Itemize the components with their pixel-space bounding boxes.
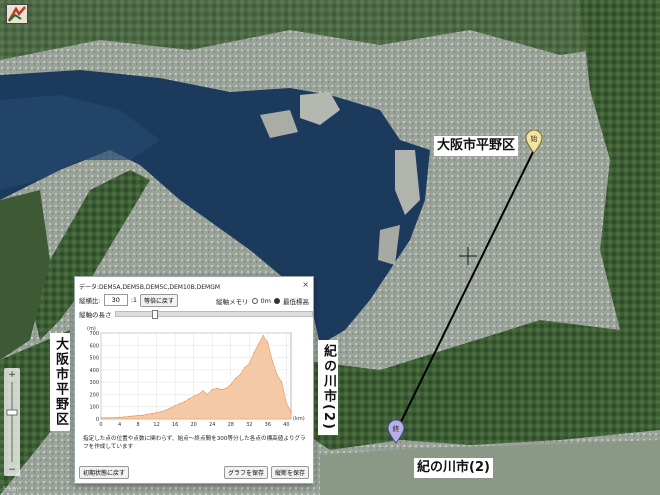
axis-memory-label: 縦軸メモリ	[216, 298, 249, 306]
axis-length-slider[interactable]	[114, 310, 313, 319]
elevation-point	[197, 393, 199, 395]
x-tick-label: 12	[153, 422, 159, 428]
zero-radio-label: 0m	[260, 297, 271, 305]
elevation-point	[160, 411, 162, 413]
save-profile-button[interactable]: 縦断を保存	[270, 466, 309, 479]
elevation-point	[248, 363, 250, 365]
end-pin-icon[interactable]: 終	[387, 420, 405, 444]
elevation-point	[170, 407, 172, 409]
elevation-point	[165, 409, 167, 411]
start-place-label: 大阪市平野区	[434, 136, 519, 156]
min-elevation-label: 最低標高	[283, 298, 309, 306]
ratio-input[interactable]	[103, 294, 128, 306]
x-tick-label: 32	[246, 422, 252, 428]
svg-text:+: +	[8, 370, 16, 380]
x-axis-label: (km)	[293, 416, 305, 422]
elevation-point	[137, 415, 139, 417]
elevation-point	[216, 387, 218, 389]
x-tick-label: 0	[99, 422, 102, 428]
elevation-point	[239, 374, 241, 376]
elevation-point	[253, 352, 255, 354]
elevation-point	[230, 384, 232, 386]
save-graph-button[interactable]: グラフを保存	[223, 466, 268, 479]
y-tick-label: 100	[89, 405, 99, 411]
x-tick-label: 16	[172, 422, 178, 428]
elevation-point	[142, 414, 144, 416]
svg-text:−: −	[8, 465, 16, 475]
elevation-point	[123, 416, 125, 418]
elevation-point	[188, 398, 190, 400]
elevation-point	[207, 393, 209, 395]
mid-place-label: 紀の川市(2)	[318, 340, 338, 435]
elevation-point	[220, 389, 222, 391]
y-tick-label: 600	[89, 343, 99, 349]
y-axis-label: (m)	[87, 326, 96, 332]
elevation-point	[281, 381, 283, 383]
elevation-point	[258, 343, 260, 345]
x-tick-label: 4	[118, 422, 121, 428]
ratio-label: 縦横比:	[79, 297, 101, 305]
elevation-point	[128, 416, 130, 418]
elevation-point	[267, 342, 269, 344]
elevation-point	[105, 417, 107, 419]
elevation-point	[151, 412, 153, 414]
x-tick-label: 36	[265, 422, 271, 428]
scale-text: 5 km	[3, 486, 19, 493]
elevation-point	[179, 403, 181, 405]
elevation-point	[119, 416, 121, 418]
elevation-point	[271, 360, 273, 362]
y-tick-label: 300	[89, 380, 99, 386]
elevation-point	[225, 387, 227, 389]
y-tick-label: 400	[89, 368, 99, 374]
zero-radio[interactable]	[251, 298, 258, 304]
x-tick-label: 40	[283, 422, 289, 428]
elevation-point	[290, 411, 292, 413]
y-tick-label: 200	[89, 392, 99, 398]
elevation-point	[100, 417, 102, 419]
elevation-point	[234, 377, 236, 379]
app-logo-icon[interactable]	[6, 4, 28, 24]
elevation-point	[132, 415, 134, 417]
axis-length-slider-thumb[interactable]	[151, 310, 158, 319]
ratio-suffix: :1	[130, 296, 138, 304]
elevation-point	[202, 390, 204, 392]
y-tick-label: 500	[89, 356, 99, 362]
elevation-chart: 01002003004005006007000 4 8 12 16 20 24 28 32 36 4…	[87, 326, 305, 428]
elevation-point	[183, 401, 185, 403]
x-tick-label: 28	[228, 422, 234, 428]
elevation-point	[174, 404, 176, 406]
elevation-point	[211, 389, 213, 391]
x-tick-label: 24	[209, 422, 215, 428]
elevation-point	[262, 334, 264, 336]
left-place-label: 大阪市平野区	[50, 333, 70, 431]
start-pin-text: 始	[531, 134, 538, 143]
elevation-point	[146, 413, 148, 415]
x-tick-label: 8	[136, 422, 139, 428]
start-pin-icon[interactable]: 始	[525, 130, 543, 154]
profile-note: 指定した点の位置や点数に関わらず、始点～終点間を300等分した各点の標高値よりグ…	[83, 436, 306, 450]
elevation-point	[114, 417, 116, 419]
reset-ratio-button[interactable]: 等倍に戻す	[140, 293, 179, 307]
min-elevation-radio[interactable]	[274, 298, 280, 304]
elevation-point	[109, 417, 111, 419]
crosshair-icon	[459, 247, 477, 265]
end-pin-text: 終	[393, 424, 400, 433]
dialog-title: データ:DEM5A,DEM5B,DEM5C,DEM10B,DEMGM	[79, 284, 221, 291]
reset-view-button[interactable]: 初期状態に戻す	[79, 466, 130, 479]
end-place-label: 紀の川市(2)	[414, 458, 493, 478]
elevation-point	[285, 402, 287, 404]
elevation-point	[244, 366, 246, 368]
elevation-point	[193, 395, 195, 397]
zoom-control[interactable]: + −	[4, 368, 20, 476]
close-icon[interactable]: ×	[302, 280, 309, 289]
elevation-point	[276, 374, 278, 376]
elevation-point	[156, 412, 158, 414]
axis-length-label: 縦軸の長さ	[79, 311, 112, 319]
x-tick-label: 20	[190, 422, 196, 428]
elevation-profile-dialog[interactable]: データ:DEM5A,DEM5B,DEM5C,DEM10B,DEMGM × 縦横比…	[74, 276, 314, 484]
